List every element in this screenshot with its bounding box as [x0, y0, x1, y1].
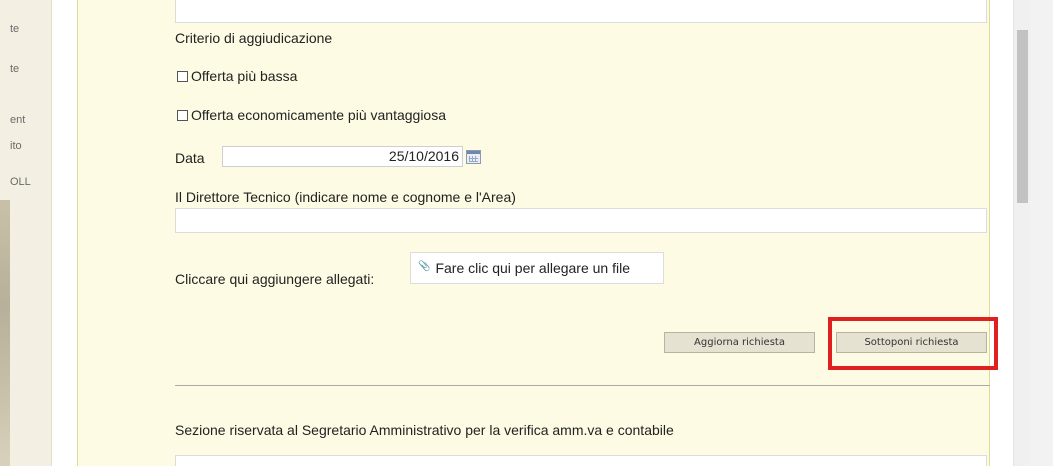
sidebar-fragment[interactable]: OLL: [10, 176, 31, 188]
next-text-field[interactable]: [175, 455, 987, 466]
left-sidebar: te te ent ito OLL: [0, 0, 52, 466]
direttore-input[interactable]: [175, 208, 987, 233]
attach-file-link[interactable]: 📎 Fare clic qui per allegare un file: [410, 252, 664, 284]
sidebar-fragment[interactable]: ent: [10, 114, 25, 126]
sidebar-image-strip: [0, 200, 10, 466]
sidebar-fragment[interactable]: te: [10, 23, 19, 35]
right-edge: [1030, 0, 1053, 466]
date-input[interactable]: 25/10/2016: [222, 146, 463, 167]
update-request-button[interactable]: Aggiorna richiesta: [664, 332, 815, 353]
option-label: Offerta più bassa: [191, 68, 298, 84]
option-best-value-offer[interactable]: Offerta economicamente più vantaggiosa: [177, 106, 446, 124]
previous-text-field[interactable]: [175, 0, 987, 23]
section-label: Sezione riservata al Segretario Amminist…: [175, 422, 674, 438]
attach-text: Fare clic qui per allegare un file: [435, 260, 630, 276]
checkbox[interactable]: [177, 109, 188, 121]
allegati-label: Cliccare qui aggiungere allegati:: [175, 271, 375, 287]
scroll-thumb[interactable]: [1017, 30, 1028, 203]
option-lowest-offer[interactable]: Offerta più bassa: [177, 67, 297, 85]
sidebar-fragment[interactable]: ito: [10, 140, 22, 152]
highlight-box: [828, 317, 998, 370]
option-label: Offerta economicamente più vantaggiosa: [191, 107, 447, 123]
section-divider: [175, 385, 990, 386]
direttore-label: Il Direttore Tecnico (indicare nome e co…: [175, 189, 516, 205]
sidebar-fragment[interactable]: te: [10, 63, 19, 75]
date-label: Data: [175, 150, 205, 166]
scrollbar[interactable]: [1013, 0, 1030, 466]
calendar-icon[interactable]: [466, 150, 481, 164]
criterio-label: Criterio di aggiudicazione: [175, 30, 333, 46]
checkbox[interactable]: [177, 70, 188, 82]
page-margin: [990, 0, 1013, 466]
paperclip-icon: 📎: [418, 261, 431, 272]
